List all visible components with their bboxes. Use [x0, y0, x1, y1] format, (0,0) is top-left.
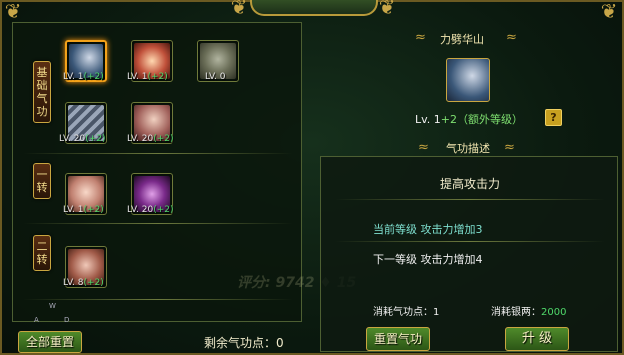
- selected-skill-name: 力劈华山: [440, 33, 484, 46]
- current-level-effect: 当前等级 攻击力增加3: [373, 223, 483, 236]
- tier-label: 基 础 气 功: [36, 66, 48, 118]
- corner-ornament-left-icon: ❦: [230, 0, 248, 19]
- skill-level: LV. 1(+2): [63, 205, 104, 215]
- cost-silver: 消耗银两：2000: [491, 307, 567, 318]
- cost-points: 消耗气功点：1: [373, 307, 440, 318]
- description-title: 提高攻击力: [439, 177, 500, 191]
- skill-level: LV. 1(+2): [63, 72, 104, 82]
- reset-skill-button[interactable]: 重置气功: [366, 327, 430, 351]
- ornament-left-icon: ≈: [418, 140, 429, 155]
- next-level-effect: 下一等级 攻击力增加4: [373, 253, 483, 266]
- ornament-right-icon: ≈: [506, 30, 517, 45]
- skill-level: LV. 1(+2): [127, 72, 168, 82]
- tier-tag-second: 二 转: [33, 235, 51, 271]
- tier-tag-first: 一 转: [33, 163, 51, 199]
- skill-level: LV. 0: [205, 72, 226, 82]
- ornament-right-icon: ≈: [504, 140, 515, 155]
- description-header: 气功描述: [446, 142, 490, 155]
- compass-label: A: [34, 316, 39, 324]
- skill-level: LV. 20(+2): [59, 134, 106, 144]
- remaining-points: 剩余气功点：0: [204, 336, 284, 350]
- compass-label: W: [49, 302, 56, 310]
- tier-label: 一 转: [36, 168, 48, 194]
- tier-divider: [23, 299, 293, 300]
- tier-label: 二 转: [36, 240, 48, 266]
- selected-skill-level: Lv. 1+2（额外等级）: [415, 113, 523, 126]
- divider: [335, 199, 605, 200]
- selected-skill-sword-icon: [446, 58, 490, 102]
- tier-tag-basic: 基 础 气 功: [33, 61, 51, 123]
- description-panel: 提高攻击力 当前等级 攻击力增加3 下一等级 攻击力增加4 消耗气功点：1 消耗…: [320, 156, 618, 352]
- tier-divider: [23, 153, 293, 154]
- upgrade-button[interactable]: 升 级: [505, 327, 569, 351]
- reset-all-button[interactable]: 全部重置: [18, 331, 82, 353]
- ornament-left-icon: ≈: [415, 30, 426, 45]
- skill-level: LV. 8(+2): [63, 278, 104, 288]
- skill-level: LV. 20(+2): [127, 134, 174, 144]
- corner-ornament-topright-icon: ❦: [600, 0, 618, 23]
- divider: [335, 241, 605, 242]
- corner-ornament-right-icon: ❦: [378, 0, 396, 19]
- skill-level: LV. 20(+2): [127, 205, 174, 215]
- compass-label: D: [64, 316, 70, 324]
- help-button[interactable]: ?: [545, 109, 562, 126]
- tier-divider: [23, 223, 293, 224]
- corner-ornament-topleft-icon: ❦: [4, 0, 22, 23]
- movement-compass: W A D: [30, 302, 70, 326]
- title-banner: [250, 0, 378, 16]
